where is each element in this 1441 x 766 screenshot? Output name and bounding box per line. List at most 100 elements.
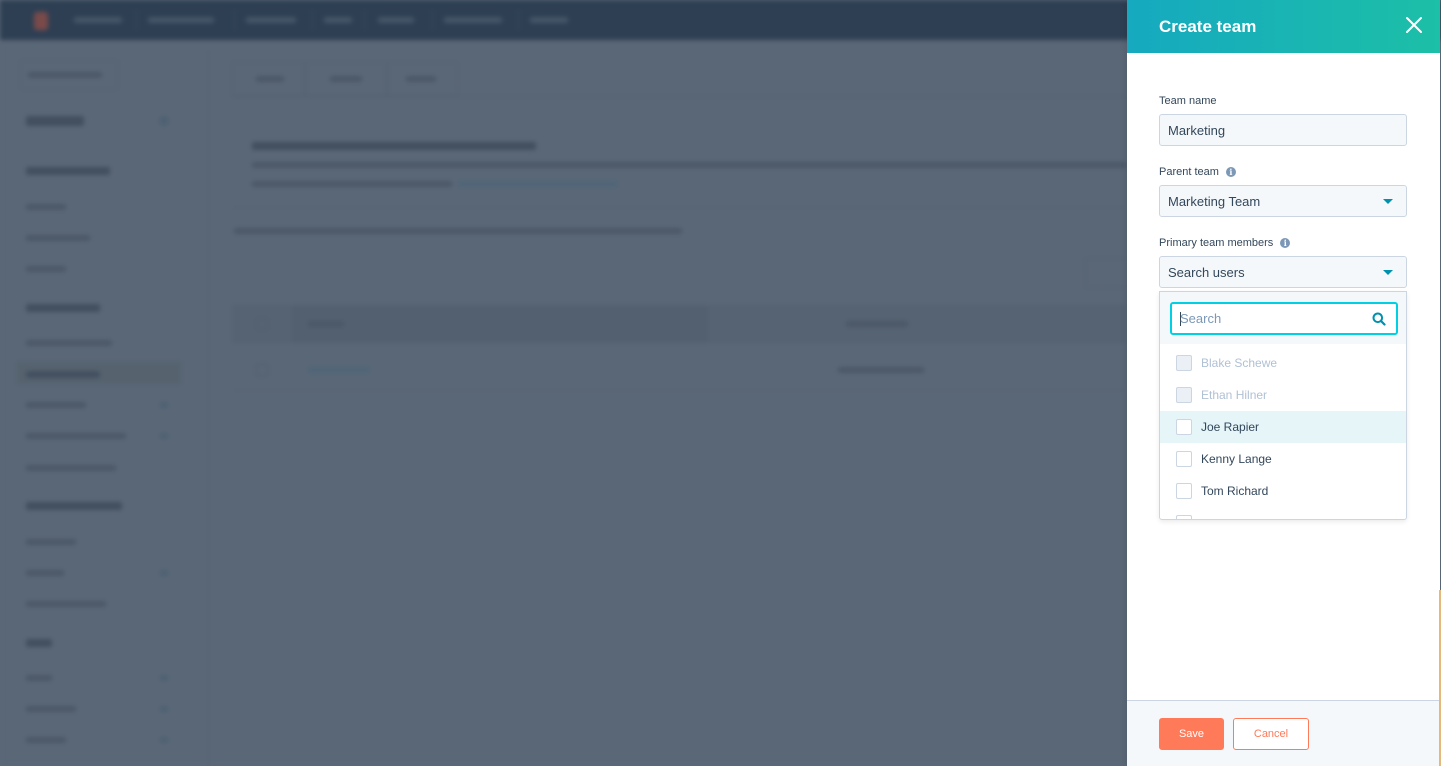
sidebar-item (26, 539, 76, 545)
info-banner (232, 128, 1127, 208)
sidebar-item (26, 433, 126, 439)
user-option-label: Kenny Lange (1201, 452, 1272, 466)
close-button[interactable] (1403, 14, 1425, 36)
sidebar-item (26, 675, 52, 681)
nav-item (148, 17, 214, 23)
sidebar-search-icon (159, 116, 169, 126)
sidebar-divider (208, 50, 209, 766)
user-search-placeholder: Search (1180, 311, 1222, 326)
user-checkbox[interactable] (1176, 419, 1192, 435)
sidebar-item (26, 235, 90, 241)
user-option[interactable]: Joe Rapier (1160, 411, 1406, 443)
user-option: Ethan Hilner (1160, 379, 1406, 411)
nav-item (324, 17, 352, 23)
sidebar-section-heading (26, 167, 110, 175)
sidebar-item (26, 266, 66, 272)
nav-divider (518, 10, 519, 30)
sidebar-section-heading (26, 502, 122, 510)
sidebar-item (26, 340, 112, 346)
sidebar-section-heading (26, 639, 52, 647)
info-icon[interactable]: i (1225, 167, 1236, 177)
panel-header: Create team (1127, 0, 1440, 53)
banner-link (458, 181, 618, 187)
sidebar-item-badge (160, 570, 168, 576)
nav-divider (432, 10, 433, 30)
sidebar-item-badge (160, 706, 168, 712)
chevron-down-icon (1383, 199, 1393, 204)
nav-divider (234, 10, 235, 30)
sidebar-item (26, 737, 66, 743)
user-search-input[interactable]: Search (1170, 302, 1398, 335)
user-option: Blake Schewe (1160, 347, 1406, 379)
table-row-divider (232, 390, 1127, 391)
user-option[interactable]: Tom Richard (1160, 475, 1406, 507)
sidebar-item (26, 601, 106, 607)
save-button[interactable]: Save (1159, 718, 1224, 750)
select-all-checkbox (256, 318, 268, 330)
user-option-label: Joe Rapier (1201, 420, 1260, 434)
sidebar-item (26, 402, 86, 408)
user-option[interactable]: Kenny Lange (1160, 443, 1406, 475)
nav-item (444, 17, 502, 23)
team-name-input[interactable]: Marketing (1159, 114, 1407, 146)
table-cell (838, 367, 924, 373)
user-option-label: Ethan Hilner (1201, 388, 1268, 402)
sidebar-item (26, 570, 64, 576)
nav-item (530, 17, 568, 23)
user-option-label: Tom Richard (1201, 484, 1269, 498)
parent-team-selected-value: Marketing Team (1168, 193, 1261, 209)
team-name-label-text: Team name (1159, 95, 1217, 107)
nav-divider (364, 10, 365, 30)
user-option-label: Blake Schewe (1201, 356, 1278, 370)
nav-item (74, 17, 122, 23)
panel-title: Create team (1159, 17, 1257, 36)
banner-text (252, 181, 452, 187)
primary-members-select[interactable]: Search users (1159, 256, 1407, 288)
nav-divider (312, 10, 313, 30)
close-icon (1406, 17, 1422, 33)
create-team-panel: Create team Team name Marketing Parent t… (1127, 0, 1440, 766)
logo-icon (34, 12, 48, 30)
primary-members-placeholder: Search users (1168, 264, 1245, 280)
user-checkbox[interactable] (1176, 451, 1192, 467)
primary-members-label-text: Primary team members (1159, 237, 1274, 249)
chevron-down-icon (1383, 270, 1393, 275)
user-checkbox (1176, 355, 1192, 371)
row-checkbox (256, 364, 268, 376)
parent-team-label-text: Parent team (1159, 166, 1219, 178)
banner-text (252, 162, 1127, 168)
user-options-list: Blake Schewe Ethan Hilner Joe Rapier Ken… (1160, 347, 1406, 519)
sidebar-item (26, 465, 116, 471)
sidebar-item (26, 204, 66, 210)
sidebar-title (26, 116, 84, 126)
column-header (846, 321, 908, 327)
nav-item (378, 17, 414, 23)
user-checkbox[interactable] (1176, 515, 1192, 519)
primary-members-label: Primary team members i (1159, 237, 1291, 249)
cancel-button[interactable]: Cancel (1233, 718, 1309, 750)
sidebar-item (26, 706, 76, 712)
search-icon[interactable] (1372, 312, 1386, 326)
create-team-button (1085, 258, 1127, 288)
users-dropdown: Search Blake Schewe Ethan Hilner Joe Rap… (1159, 291, 1407, 520)
table-cell-link (308, 367, 370, 373)
parent-team-select[interactable]: Marketing Team (1159, 185, 1407, 217)
user-checkbox[interactable] (1176, 483, 1192, 499)
nav-divider (136, 10, 137, 30)
section-description (234, 228, 682, 234)
sidebar-item-badge (160, 737, 168, 743)
user-option-partial[interactable] (1160, 507, 1406, 519)
dropdown-search-area: Search (1160, 292, 1406, 344)
tab-label (406, 76, 436, 82)
sidebar-item-badge (160, 675, 168, 681)
tab-label (330, 76, 362, 82)
sidebar-item-badge (160, 402, 168, 408)
info-icon[interactable]: i (1280, 238, 1291, 248)
banner-title (252, 142, 536, 150)
sidebar-item-badge (160, 433, 168, 439)
team-name-value: Marketing (1168, 122, 1226, 138)
panel-footer: Save Cancel (1127, 700, 1440, 766)
parent-team-label: Parent team i (1159, 166, 1236, 178)
team-name-label: Team name (1159, 95, 1216, 107)
back-button-label (28, 72, 102, 78)
